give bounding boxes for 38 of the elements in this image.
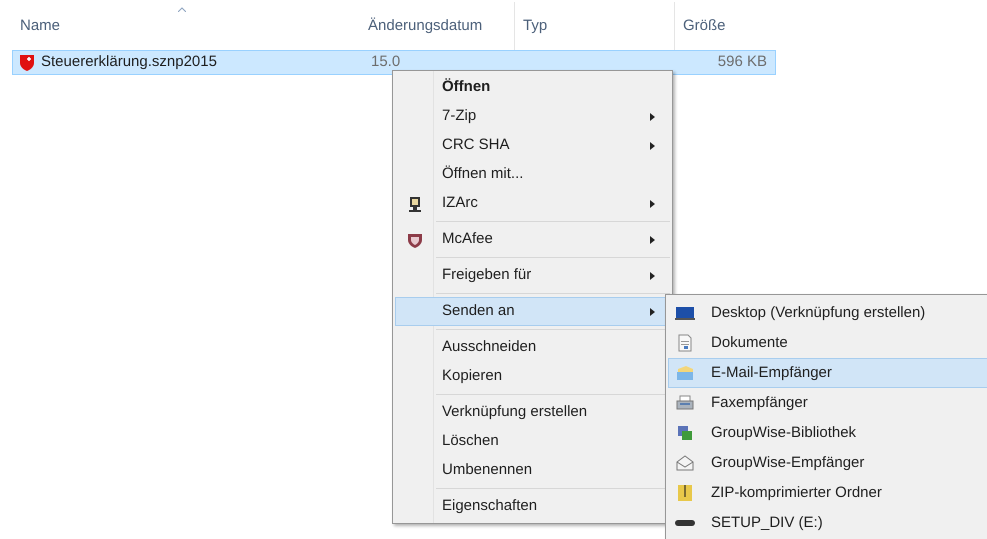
menu-item[interactable]: McAfee — [395, 225, 670, 254]
file-row[interactable]: Steuererklärung.sznp2015 15.0 596 KB — [12, 50, 776, 75]
column-header[interactable]: Name — [0, 2, 360, 50]
menu-item[interactable]: IZArc — [395, 189, 670, 218]
column-header[interactable]: Größe — [675, 2, 785, 50]
monitor-icon — [675, 305, 695, 321]
library-icon — [677, 425, 693, 441]
submenu-arrow-icon — [650, 236, 655, 244]
menu-item[interactable]: CRC SHA — [395, 131, 670, 160]
menu-item[interactable]: Dokumente — [668, 328, 987, 358]
file-date: 15.0 — [371, 52, 402, 72]
submenu-arrow-icon — [650, 308, 655, 316]
submenu-arrow-icon — [650, 272, 655, 280]
zip-folder-icon — [677, 484, 693, 502]
menu-item[interactable]: GroupWise-Empfänger — [668, 448, 987, 478]
menu-item[interactable]: Faxempfänger — [668, 388, 987, 418]
submenu-arrow-icon — [650, 112, 655, 120]
submenu-arrow-icon — [650, 200, 655, 208]
archive-icon — [408, 196, 422, 212]
drive-icon — [675, 519, 695, 527]
menu-item[interactable]: SETUP_DIV (E:) — [668, 508, 987, 538]
mail-icon — [676, 365, 694, 381]
file-name: Steuererklärung.sznp2015 — [41, 52, 218, 72]
menu-item[interactable]: Öffnen — [395, 73, 670, 102]
menu-item[interactable]: Desktop (Verknüpfung erstellen) — [668, 298, 987, 328]
shield-file-icon — [19, 54, 35, 72]
menu-item[interactable]: Freigeben für — [395, 261, 670, 290]
document-icon — [678, 334, 692, 352]
menu-item[interactable]: GroupWise-Bibliothek — [668, 418, 987, 448]
menu-item[interactable]: ZIP-komprimierter Ordner — [668, 478, 987, 508]
submenu-arrow-icon — [650, 142, 655, 150]
shield-icon — [407, 232, 423, 248]
fax-icon — [676, 395, 694, 411]
menu-item[interactable]: Öffnen mit... — [395, 160, 670, 189]
envelope-icon — [676, 455, 694, 471]
file-size: 596 KB — [718, 52, 767, 72]
menu-item[interactable]: E-Mail-Empfänger — [668, 358, 987, 388]
menu-item[interactable]: 7-Zip — [395, 102, 670, 131]
